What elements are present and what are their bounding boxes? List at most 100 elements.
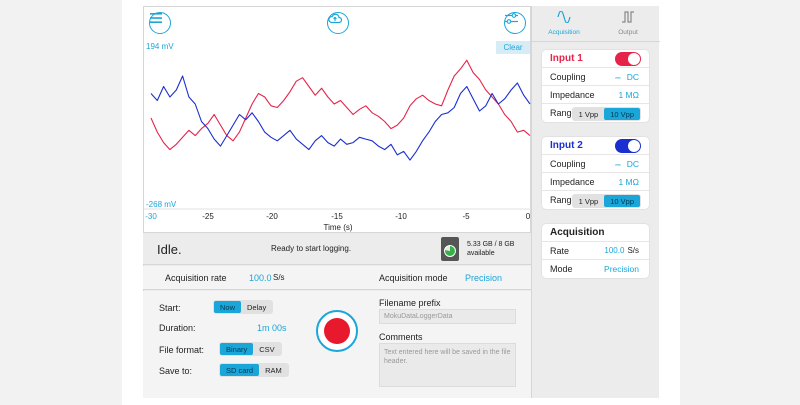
status-title: Idle. [157,242,182,257]
plot-settings-button[interactable] [504,12,526,34]
acquisition-rate-unit: S/s [273,273,285,282]
comments-label: Comments [379,332,423,342]
input1-card: Input 1 Coupling ⎓ DC Impedance 1 MΩ Rang… [542,50,649,122]
cloud-upload-button[interactable] [327,12,349,34]
clear-button[interactable]: Clear [496,41,530,54]
y-max-label: 194 mV [146,42,174,51]
cloud-upload-icon [328,13,342,24]
toggle-knob [628,53,640,65]
plot-area[interactable]: 194 mV -268 mV Clear -30 -25 -20 -15 -10… [143,6,532,233]
storage-capacity: 5.33 GB / 8 GB [467,241,515,248]
acquisition-rate-value[interactable]: 100.0 [249,273,272,283]
dc-coupling-icon: ⎓ [615,162,621,169]
start-delay-option[interactable]: Delay [241,301,272,313]
storage-info: 5.33 GB / 8 GB available [467,240,514,258]
acquisition-summary-row: Acquisition rate 100.0 S/s Acquisition m… [143,266,531,290]
acquisition-mode-label: Acquisition mode [379,273,448,283]
input1-toggle[interactable] [615,52,641,66]
input2-card: Input 2 Coupling ⎓ DC Impedance 1 MΩ Rang… [542,137,649,209]
status-message: Ready to start logging. [271,244,352,253]
input2-impedance-value: 1 MΩ [618,177,639,187]
dc-coupling-icon: ⎓ [615,75,621,82]
menu-button[interactable] [149,12,171,34]
input1-impedance-value: 1 MΩ [618,90,639,100]
rate-unit: S/s [627,246,639,255]
x-tick-label: -5 [462,212,470,221]
start-label: Start: [159,303,181,313]
input1-range-segmented-control: 1 Vpp 10 Vpp [571,107,641,121]
input1-header: Input 1 [542,50,649,68]
tab-output[interactable]: Output [596,10,660,36]
input1-coupling-text: DC [626,72,639,82]
acquisition-mode-row[interactable]: Mode Precision [542,260,649,278]
input2-range-1vpp[interactable]: 1 Vpp [573,195,605,207]
input1-range-10vpp[interactable]: 10 Vpp [604,108,640,120]
filename-prefix-input[interactable]: MokuDataLoggerData [379,309,516,324]
input2-range-10vpp[interactable]: 10 Vpp [604,195,640,207]
save-sdcard-option[interactable]: SD card [220,364,260,376]
storage-pie-icon [444,245,456,257]
record-icon [324,318,350,344]
input1-impedance-label: Impedance [550,90,595,100]
file-format-segmented-control: Binary CSV [219,342,282,356]
acquisition-title: Acquisition [550,227,605,238]
input1-range-1vpp[interactable]: 1 Vpp [573,108,605,120]
logging-settings: Start: Now Delay Duration: 1m 00s File f… [143,291,531,398]
storage-available-label: available [467,250,495,257]
right-panel: Acquisition Output Input 1 Coupling ⎓ DC … [531,6,660,398]
input2-impedance-label: Impedance [550,177,595,187]
duration-value[interactable]: 1m 00s [257,323,287,333]
rate-label: Rate [550,246,570,256]
x-axis-title: Time (s) [323,223,353,232]
input2-coupling-row[interactable]: Coupling ⎓ DC [542,155,649,173]
input2-coupling-text: DC [626,159,639,169]
comments-input[interactable]: Text entered here will be saved in the f… [379,343,516,387]
start-segmented-control: Now Delay [213,300,274,314]
sine-wave-icon [557,10,571,24]
rate-number: 100.0 [604,246,625,255]
time-series-chart [144,59,532,210]
duration-label: Duration: [159,323,196,333]
input1-coupling-label: Coupling [550,72,586,82]
panel-tabs: Acquisition Output [532,6,660,42]
mode-label: Mode [550,264,573,274]
input1-title: Input 1 [550,53,583,64]
input2-toggle[interactable] [615,139,641,153]
input1-coupling-value: ⎓ DC [615,72,639,83]
input2-title: Input 2 [550,140,583,151]
input2-coupling-value: ⎓ DC [615,159,639,170]
series-line-input1 [150,59,531,151]
sd-card-icon [441,237,459,261]
save-ram-option[interactable]: RAM [259,364,288,376]
acquisition-rate-label: Acquisition rate [165,273,227,283]
tab-acquisition[interactable]: Acquisition [532,10,596,36]
tab-output-label: Output [618,29,638,36]
acquisition-rate-row[interactable]: Rate 100.0 S/s [542,242,649,260]
rate-value: 100.0 S/s [604,246,639,255]
input2-range-segmented-control: 1 Vpp 10 Vpp [571,194,641,208]
input2-impedance-row[interactable]: Impedance 1 MΩ [542,173,649,191]
input2-coupling-label: Coupling [550,159,586,169]
x-tick-label: -15 [331,212,343,221]
series-line-input2 [150,75,531,161]
x-tick-label: -25 [202,212,214,221]
acquisition-mode-value[interactable]: Precision [465,273,502,283]
input1-coupling-row[interactable]: Coupling ⎓ DC [542,68,649,86]
sliders-icon [505,13,518,24]
x-tick-label: -30 [145,212,157,221]
file-format-label: File format: [159,345,205,355]
record-button[interactable] [316,310,358,352]
save-to-segmented-control: SD card RAM [219,363,289,377]
format-binary-option[interactable]: Binary [220,343,254,355]
save-to-label: Save to: [159,366,193,376]
input2-header: Input 2 [542,137,649,155]
y-min-label: -268 mV [146,200,177,209]
input2-range-row: Range 1 Vpp 10 Vpp [542,191,649,209]
toggle-knob [628,140,640,152]
input1-impedance-row[interactable]: Impedance 1 MΩ [542,86,649,104]
x-tick-label: -10 [395,212,407,221]
acquisition-card: Acquisition Rate 100.0 S/s Mode Precision [542,224,649,278]
format-csv-option[interactable]: CSV [253,343,280,355]
start-now-option[interactable]: Now [214,301,242,313]
tab-acquisition-label: Acquisition [548,29,580,36]
